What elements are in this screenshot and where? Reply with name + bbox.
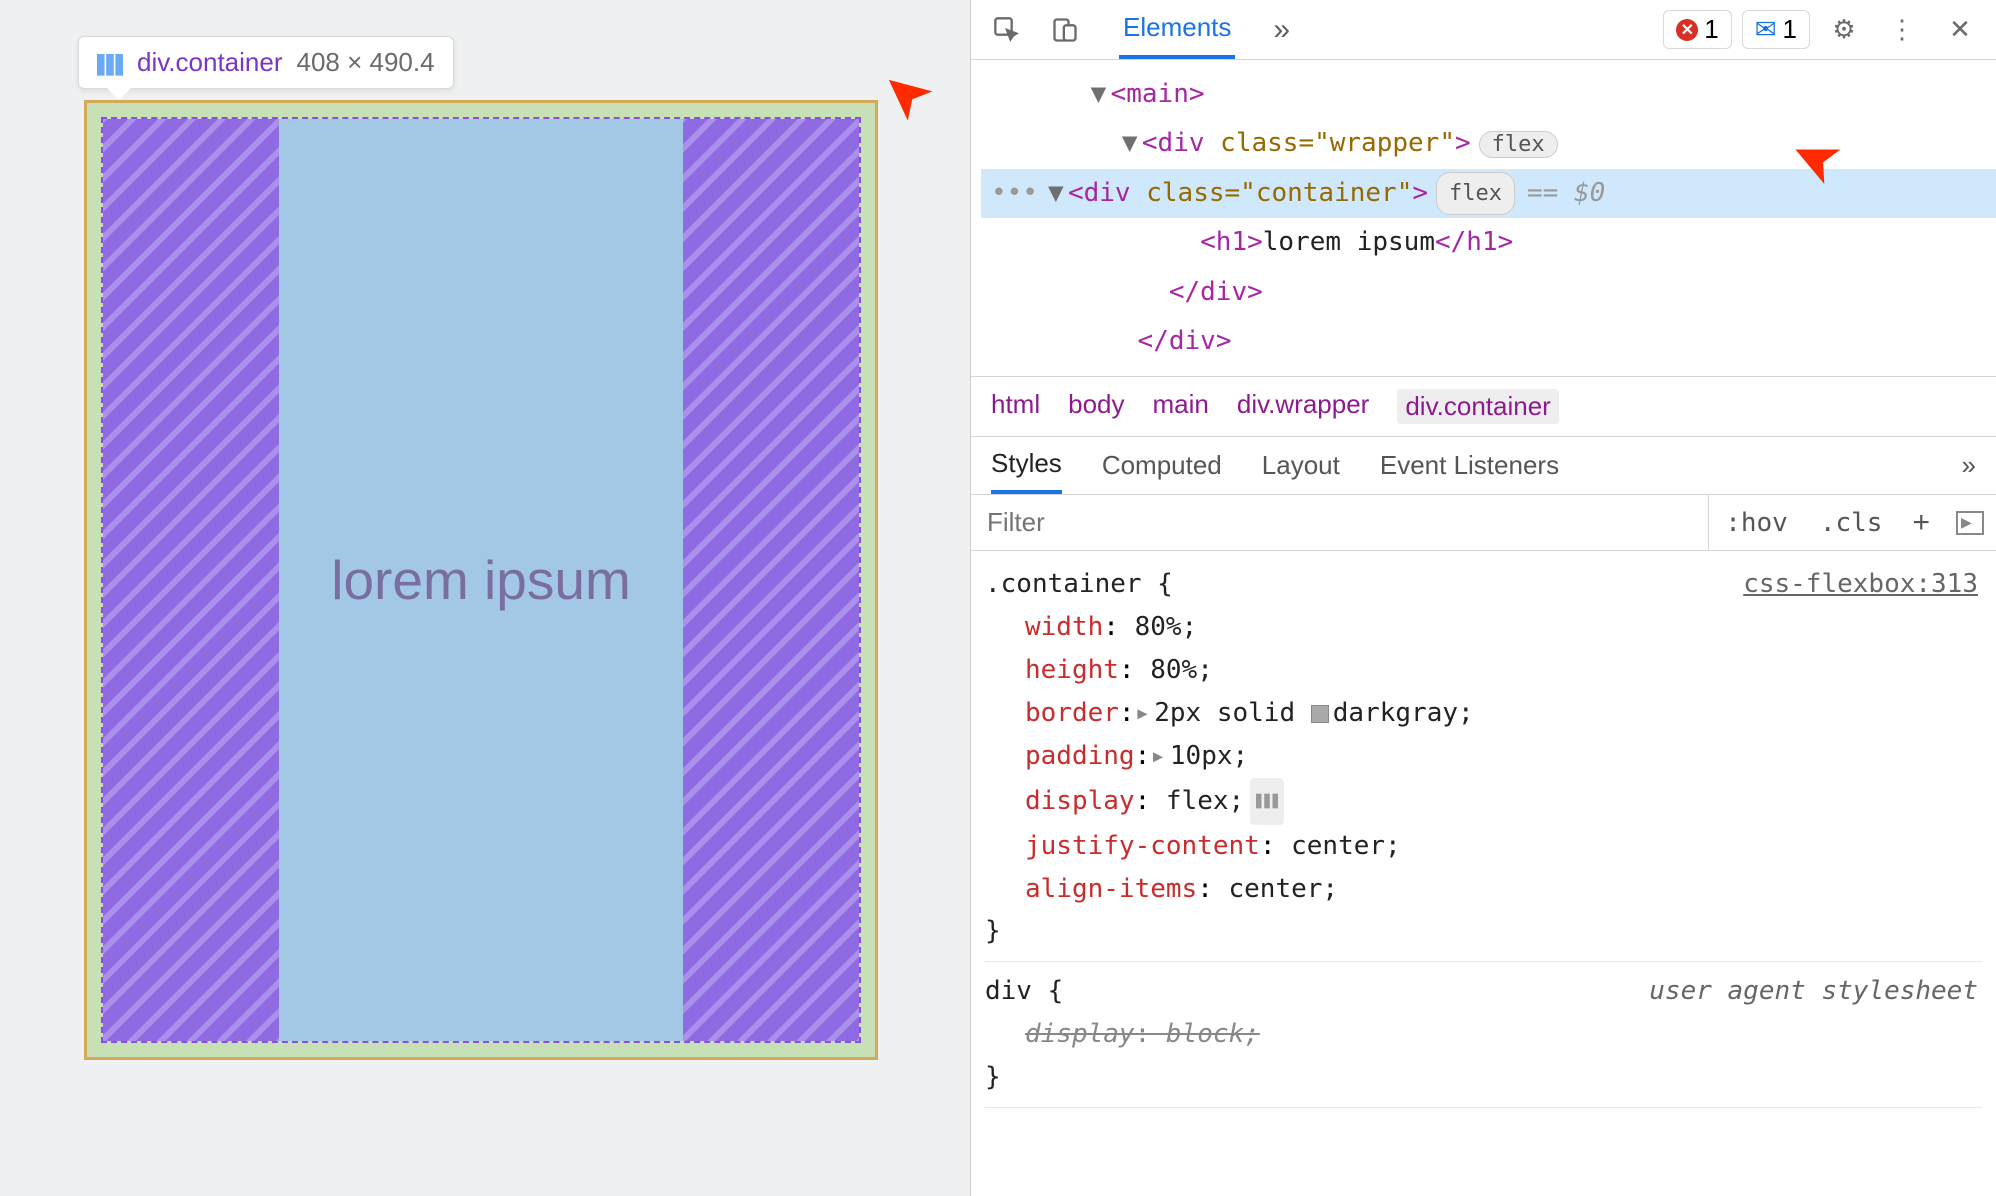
main-tabs: Elements » [1119, 0, 1290, 59]
new-style-rule-icon[interactable]: + [1898, 506, 1944, 540]
devtools-toolbar: Elements » ✕ 1 ✉ 1 ⚙ ⋮ ✕ [971, 0, 1996, 60]
prop-display[interactable]: display: flex; [1025, 778, 1982, 825]
error-badge[interactable]: ✕ 1 [1663, 10, 1731, 49]
ellipsis-icon[interactable]: ••• [991, 169, 1038, 218]
prop-justify-content[interactable]: justify-content: center; [1025, 825, 1982, 868]
tab-elements[interactable]: Elements [1119, 0, 1235, 59]
tab-layout[interactable]: Layout [1262, 437, 1340, 494]
inspected-element-highlight: lorem ipsum [84, 100, 878, 1060]
dom-node-close-container[interactable]: </div> [981, 268, 1996, 317]
prop-display-ua: display: block; [1025, 1013, 1982, 1056]
tab-computed[interactable]: Computed [1102, 437, 1222, 494]
styles-sub-tabs: Styles Computed Layout Event Listeners » [971, 437, 1996, 495]
kebab-menu-icon[interactable]: ⋮ [1878, 6, 1926, 54]
tab-styles[interactable]: Styles [991, 437, 1062, 494]
color-swatch-icon[interactable] [1311, 705, 1329, 723]
close-icon[interactable]: ✕ [1936, 6, 1984, 54]
flex-layout-icon [97, 52, 123, 74]
dom-node-h1[interactable]: <h1>lorem ipsum</h1> [981, 218, 1996, 267]
device-toggle-icon[interactable] [1041, 6, 1089, 54]
error-icon: ✕ [1676, 19, 1698, 41]
rule-user-agent[interactable]: user agent stylesheet div { display: blo… [985, 962, 1982, 1108]
settings-icon[interactable]: ⚙ [1820, 6, 1868, 54]
more-subtabs-icon[interactable]: » [1962, 450, 1976, 481]
dom-node-main[interactable]: ▼<main> [981, 70, 1996, 119]
message-badge[interactable]: ✉ 1 [1742, 10, 1810, 49]
content-area: lorem ipsum [279, 119, 683, 1041]
flex-gap-right [683, 119, 859, 1041]
dom-node-container[interactable]: ••• ▼<div class="container">flex== $0 [981, 169, 1996, 218]
styles-filter-input[interactable] [971, 495, 1709, 550]
crumb-wrapper[interactable]: div.wrapper [1237, 389, 1369, 424]
rule-close-brace: } [985, 910, 1982, 953]
flex-editor-icon[interactable] [1250, 778, 1284, 825]
rule-container[interactable]: css-flexbox:313 .container { width: 80%;… [985, 555, 1982, 962]
prop-height[interactable]: height: 80%; [1025, 649, 1982, 692]
inspect-element-icon[interactable] [983, 6, 1031, 54]
more-tabs-icon[interactable]: » [1273, 13, 1290, 47]
expand-triangle-icon[interactable]: ▸ [1150, 741, 1166, 771]
breadcrumb: html body main div.wrapper div.container [971, 377, 1996, 437]
computed-panel-toggle-icon[interactable] [1956, 511, 1984, 535]
dom-node-close-wrapper[interactable]: </div> [981, 317, 1996, 366]
rule-source-ua: user agent stylesheet [1649, 970, 1978, 1013]
content-box-overlay: lorem ipsum [101, 117, 861, 1043]
prop-padding[interactable]: padding:▸10px; [1025, 735, 1982, 778]
element-tooltip: div.container 408 × 490.4 [78, 36, 454, 89]
heading-text: lorem ipsum [331, 548, 631, 612]
devtools-panel: ➤ Elements » ✕ 1 ✉ 1 ⚙ ⋮ ✕ ▼<main> ▼<div… [970, 0, 1996, 1196]
cls-toggle[interactable]: .cls [1804, 508, 1899, 538]
rendered-page-preview: div.container 408 × 490.4 lorem ipsum ➤ [0, 0, 970, 1196]
message-count: 1 [1783, 14, 1797, 45]
error-count: 1 [1704, 14, 1718, 45]
crumb-body[interactable]: body [1068, 389, 1124, 424]
tab-event-listeners[interactable]: Event Listeners [1380, 437, 1559, 494]
message-icon: ✉ [1755, 14, 1777, 45]
tooltip-dimensions: 408 × 490.4 [297, 47, 435, 78]
crumb-container[interactable]: div.container [1397, 389, 1559, 424]
prop-border[interactable]: border:▸2px solid darkgray; [1025, 692, 1982, 735]
dom-tree[interactable]: ▼<main> ▼<div class="wrapper">flex ••• ▼… [971, 60, 1996, 377]
crumb-html[interactable]: html [991, 389, 1040, 424]
tooltip-element-name: div.container [137, 47, 283, 78]
rule-source-link[interactable]: css-flexbox:313 [1743, 563, 1978, 606]
flex-gap-left [103, 119, 279, 1041]
expand-triangle-icon[interactable]: ▸ [1135, 698, 1151, 728]
prop-width[interactable]: width: 80%; [1025, 606, 1982, 649]
styles-pane: css-flexbox:313 .container { width: 80%;… [971, 551, 1996, 1196]
hov-toggle[interactable]: :hov [1709, 508, 1804, 538]
rule-close-brace-ua: } [985, 1056, 1982, 1099]
styles-filter-row: :hov .cls + [971, 495, 1996, 551]
prop-align-items[interactable]: align-items: center; [1025, 868, 1982, 911]
crumb-main[interactable]: main [1153, 389, 1209, 424]
